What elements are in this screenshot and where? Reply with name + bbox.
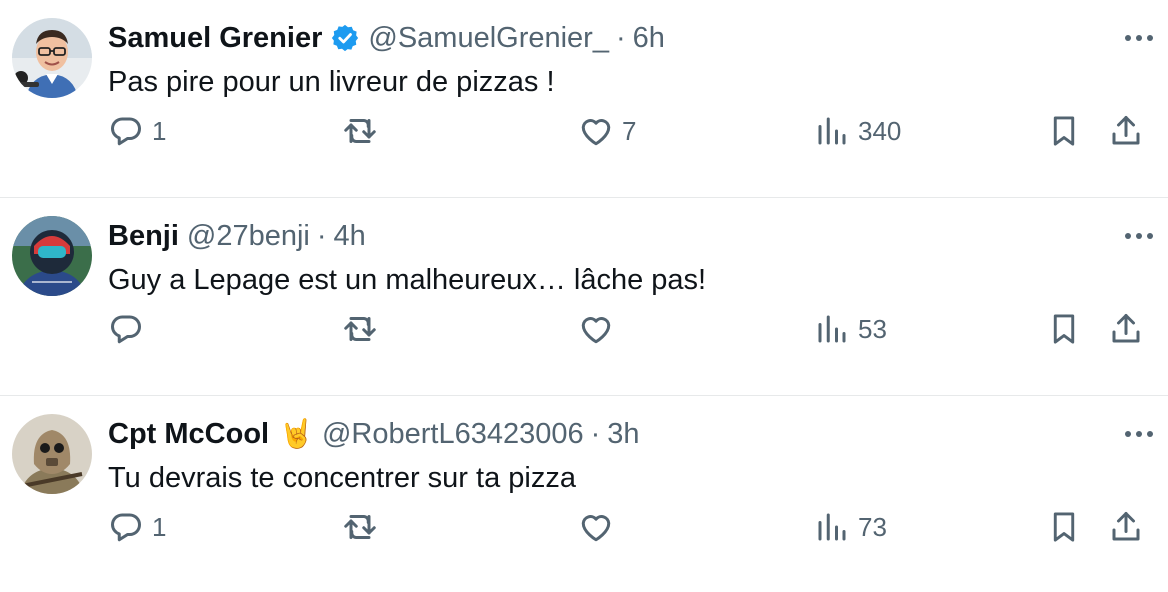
retweet-button[interactable]: [342, 504, 386, 550]
display-name[interactable]: Cpt McCool: [108, 412, 269, 456]
retweet-button[interactable]: [342, 108, 386, 154]
tweet[interactable]: Samuel Grenier @SamuelGrenier_ · 6h Pas …: [0, 0, 1168, 198]
tweet-text: Guy a Lepage est un malheureux… lâche pa…: [108, 264, 707, 296]
bookmark-button[interactable]: [1048, 504, 1080, 550]
views-button[interactable]: 53: [814, 306, 887, 352]
reply-icon: [108, 113, 144, 149]
like-button[interactable]: [578, 504, 622, 550]
more-icon[interactable]: [1124, 224, 1154, 248]
views-button[interactable]: 340: [814, 108, 901, 154]
bookmark-button[interactable]: [1048, 306, 1080, 352]
timestamp[interactable]: 3h: [607, 412, 639, 456]
share-button[interactable]: [1108, 306, 1144, 352]
tweet[interactable]: Cpt McCool 🤘 @RobertL63423006 · 3h Tu de…: [0, 396, 1168, 592]
action-bar: 1 7 340: [0, 108, 1168, 154]
reply-button[interactable]: [108, 306, 152, 352]
views-count: 340: [858, 115, 902, 146]
more-icon[interactable]: [1124, 422, 1154, 446]
retweet-icon: [342, 509, 378, 545]
avatar[interactable]: [12, 18, 92, 98]
user-handle[interactable]: @27benji: [187, 214, 310, 258]
separator: ·: [316, 220, 327, 252]
retweet-button[interactable]: [342, 306, 386, 352]
tweet-text: Pas pire pour un livreur de pizzas !: [108, 66, 555, 98]
like-icon: [578, 509, 614, 545]
share-button[interactable]: [1108, 504, 1144, 550]
like-button[interactable]: [578, 306, 622, 352]
name-emoji: 🤘: [279, 418, 314, 449]
like-button[interactable]: 7: [578, 108, 636, 154]
verified-badge-icon: [330, 23, 360, 53]
bookmark-icon: [1048, 509, 1080, 545]
reply-count: 1: [152, 511, 167, 542]
reply-button[interactable]: 1: [108, 108, 166, 154]
like-icon: [578, 311, 614, 347]
views-count: 73: [858, 511, 887, 542]
timestamp[interactable]: 6h: [633, 16, 665, 60]
reply-count: 1: [152, 115, 167, 146]
avatar[interactable]: [12, 414, 92, 494]
display-name[interactable]: Samuel Grenier: [108, 16, 322, 60]
views-count: 53: [858, 313, 887, 344]
more-icon[interactable]: [1124, 26, 1154, 50]
retweet-icon: [342, 113, 378, 149]
tweet-header: Samuel Grenier @SamuelGrenier_ · 6h: [108, 16, 665, 60]
bookmark-icon: [1048, 311, 1080, 347]
action-bar: 53: [0, 306, 1168, 352]
bookmark-button[interactable]: [1048, 108, 1080, 154]
share-icon: [1108, 311, 1144, 347]
reply-icon: [108, 509, 144, 545]
tweet-text: Tu devrais te concentrer sur ta pizza: [108, 462, 576, 494]
user-handle[interactable]: @SamuelGrenier_: [368, 16, 609, 60]
avatar[interactable]: [12, 216, 92, 296]
views-icon: [814, 311, 850, 347]
separator: ·: [615, 22, 626, 54]
views-button[interactable]: 73: [814, 504, 887, 550]
share-icon: [1108, 113, 1144, 149]
display-name[interactable]: Benji: [108, 214, 179, 258]
tweet-header: Cpt McCool 🤘 @RobertL63423006 · 3h: [108, 412, 640, 456]
tweet[interactable]: Benji @27benji · 4h Guy a Lepage est un …: [0, 198, 1168, 396]
retweet-icon: [342, 311, 378, 347]
views-icon: [814, 509, 850, 545]
tweet-header: Benji @27benji · 4h: [108, 214, 366, 258]
share-icon: [1108, 509, 1144, 545]
like-icon: [578, 113, 614, 149]
reply-icon: [108, 311, 144, 347]
timestamp[interactable]: 4h: [334, 214, 366, 258]
like-count: 7: [622, 115, 637, 146]
reply-button[interactable]: 1: [108, 504, 166, 550]
action-bar: 1 73: [0, 504, 1168, 550]
views-icon: [814, 113, 850, 149]
bookmark-icon: [1048, 113, 1080, 149]
user-handle[interactable]: @RobertL63423006: [322, 412, 584, 456]
share-button[interactable]: [1108, 108, 1144, 154]
separator: ·: [590, 418, 601, 450]
